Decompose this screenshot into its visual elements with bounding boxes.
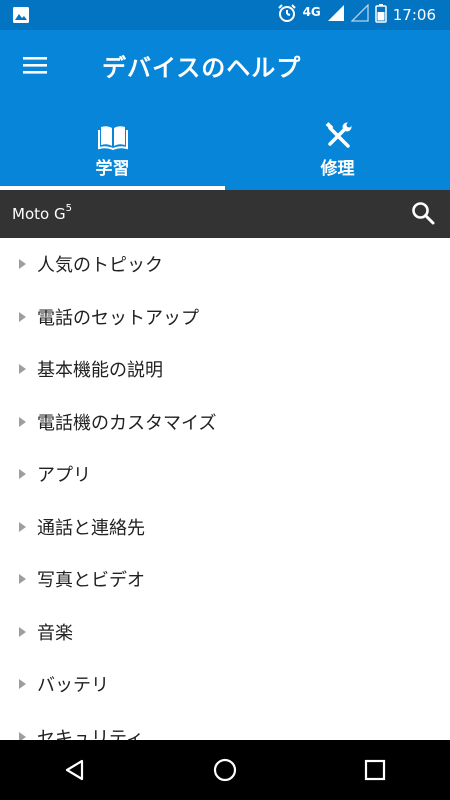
triangle-right-icon <box>19 626 26 637</box>
status-bar: 4G 17:06 <box>0 0 450 30</box>
list-item-battery[interactable]: バッテリ <box>0 658 450 711</box>
list-item-label: セキュリティ <box>37 727 144 740</box>
back-button[interactable] <box>0 740 150 800</box>
signal-icon <box>327 4 345 26</box>
tab-learn-label: 学習 <box>95 159 130 179</box>
search-button[interactable] <box>410 200 436 226</box>
network-type: 4G <box>302 5 321 19</box>
book-icon <box>97 126 128 150</box>
triangle-right-icon <box>19 364 26 375</box>
list-item-popular-topics[interactable]: 人気のトピック <box>0 238 450 291</box>
topic-list: 人気のトピック 電話のセットアップ 基本機能の説明 電話機のカスタマイズ アプリ… <box>0 238 450 740</box>
image-notification-icon <box>12 6 30 28</box>
triangle-right-icon <box>19 521 26 532</box>
device-bar: Moto G5 <box>0 190 450 238</box>
list-item-security[interactable]: セキュリティ <box>0 711 450 740</box>
device-name: Moto G5 <box>12 203 72 223</box>
home-circle-icon <box>213 758 237 782</box>
triangle-right-icon <box>19 679 26 690</box>
alarm-icon <box>277 3 297 27</box>
list-item-calls-contacts[interactable]: 通話と連絡先 <box>0 501 450 554</box>
recent-apps-button[interactable] <box>300 740 450 800</box>
list-item-phone-setup[interactable]: 電話のセットアップ <box>0 291 450 344</box>
list-item-photos-videos[interactable]: 写真とビデオ <box>0 553 450 606</box>
list-item-label: 電話機のカスタマイズ <box>37 412 217 434</box>
list-item-label: バッテリ <box>37 675 109 697</box>
wrench-screwdriver-icon <box>325 122 351 148</box>
device-model: Moto G <box>12 205 66 223</box>
menu-button[interactable] <box>18 51 52 79</box>
triangle-right-icon <box>19 469 26 480</box>
list-item-music[interactable]: 音楽 <box>0 606 450 659</box>
recent-apps-square-icon <box>364 759 386 781</box>
app-bar: デバイスのヘルプ <box>0 30 450 100</box>
list-item-label: 基本機能の説明 <box>37 360 163 382</box>
triangle-right-icon <box>19 416 26 427</box>
list-item-customize-phone[interactable]: 電話機のカスタマイズ <box>0 396 450 449</box>
triangle-right-icon <box>19 731 26 740</box>
triangle-right-icon <box>19 574 26 585</box>
list-item-apps[interactable]: アプリ <box>0 448 450 501</box>
hamburger-menu-icon <box>23 57 47 74</box>
clock-time: 17:06 <box>392 6 436 24</box>
list-item-label: 人気のトピック <box>37 255 163 277</box>
battery-icon <box>375 3 387 27</box>
tab-bar: 学習 修理 <box>0 100 450 190</box>
list-item-basic-features[interactable]: 基本機能の説明 <box>0 343 450 396</box>
back-triangle-icon <box>65 759 84 781</box>
app-title: デバイスのヘルプ <box>102 54 302 82</box>
home-button[interactable] <box>150 740 300 800</box>
status-icons: 4G 17:06 <box>277 0 436 30</box>
device-model-superscript: 5 <box>65 203 72 214</box>
list-item-label: アプリ <box>37 465 91 487</box>
system-nav-bar <box>0 740 450 800</box>
triangle-right-icon <box>19 259 26 270</box>
signal-empty-icon <box>350 3 369 26</box>
list-item-label: 通話と連絡先 <box>37 517 145 539</box>
list-item-label: 音楽 <box>37 622 73 644</box>
tab-repair[interactable]: 修理 <box>225 100 450 190</box>
search-icon <box>412 202 435 225</box>
tab-learn[interactable]: 学習 <box>0 100 225 190</box>
tab-repair-label: 修理 <box>320 159 355 179</box>
list-item-label: 電話のセットアップ <box>37 307 199 329</box>
list-item-label: 写真とビデオ <box>37 570 145 592</box>
triangle-right-icon <box>19 311 26 322</box>
